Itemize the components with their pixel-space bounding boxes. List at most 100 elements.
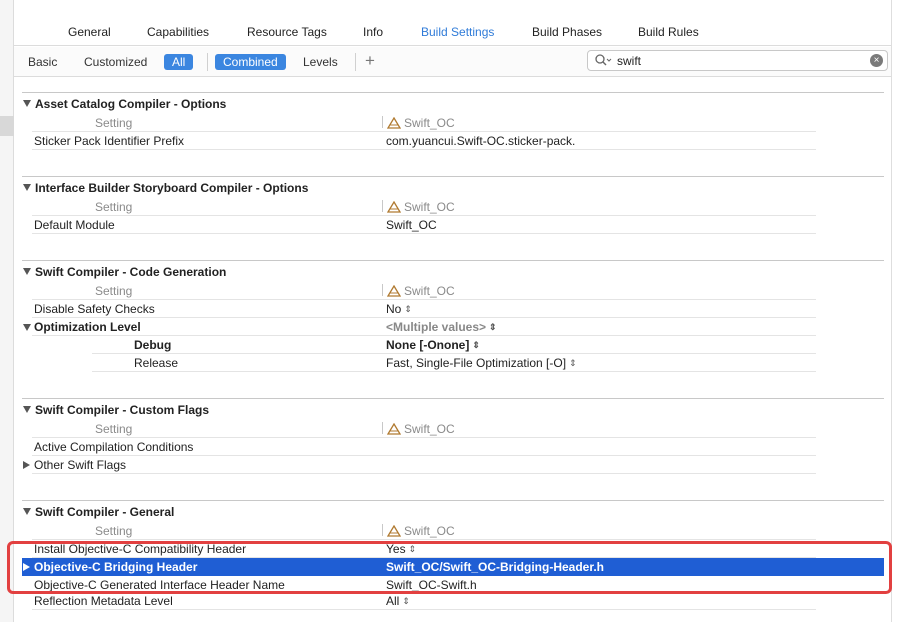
clear-search-icon[interactable]: × xyxy=(870,54,883,67)
setting-label: Objective-C Generated Interface Header N… xyxy=(34,578,285,592)
filter-customized-button[interactable]: Customized xyxy=(76,54,155,70)
tab-build-settings[interactable]: Build Settings xyxy=(421,25,494,39)
setting-value[interactable]: No ⇕ xyxy=(386,302,412,316)
search-field[interactable]: swift × xyxy=(587,50,888,71)
setting-label: Reflection Metadata Level xyxy=(34,594,173,608)
setting-row[interactable]: Sticker Pack Identifier Prefix com.yuanc… xyxy=(22,132,884,150)
setting-row[interactable]: Active Compilation Conditions xyxy=(22,438,884,456)
setting-value[interactable]: com.yuancui.Swift-OC.sticker-pack. xyxy=(386,134,575,148)
setting-row[interactable]: Disable Safety Checks No ⇕ xyxy=(22,300,884,318)
setting-column-header: Setting xyxy=(95,284,133,298)
setting-row[interactable]: Install Objective-C Compatibility Header… xyxy=(22,540,884,558)
tab-build-phases[interactable]: Build Phases xyxy=(532,25,602,39)
setting-label: Disable Safety Checks xyxy=(34,302,155,316)
stepper-icon[interactable]: ⇕ xyxy=(409,544,417,555)
section-header[interactable]: Swift Compiler - Custom Flags xyxy=(22,398,884,420)
section-header[interactable]: Swift Compiler - Code Generation xyxy=(22,260,884,282)
tab-capabilities[interactable]: Capabilities xyxy=(147,25,209,39)
section-interface-builder: Interface Builder Storyboard Compiler - … xyxy=(22,176,884,234)
window-divider xyxy=(891,0,892,622)
section-header[interactable]: Swift Compiler - General xyxy=(22,500,884,522)
setting-value[interactable]: Swift_OC/Swift_OC-Bridging-Header.h xyxy=(386,560,604,574)
navigator-edge xyxy=(0,0,14,622)
editor-tab-bar: General Capabilities Resource Tags Info … xyxy=(14,18,891,46)
tab-info[interactable]: Info xyxy=(363,25,383,39)
setting-value[interactable]: All ⇕ xyxy=(386,594,410,608)
setting-value[interactable]: None [-Onone] ⇕ xyxy=(386,338,480,352)
column-header-row: Setting Swift_OC xyxy=(22,420,884,438)
setting-row[interactable]: Other Swift Flags xyxy=(22,456,884,474)
setting-value[interactable]: Fast, Single-File Optimization [-O] ⇕ xyxy=(386,356,577,370)
stepper-icon[interactable]: ⇕ xyxy=(569,358,577,369)
disclosure-down-icon[interactable] xyxy=(23,324,31,331)
tab-general[interactable]: General xyxy=(68,25,111,39)
stepper-icon[interactable]: ⇕ xyxy=(404,304,412,315)
setting-row[interactable]: Default Module Swift_OC xyxy=(22,216,884,234)
section-asset-catalog: Asset Catalog Compiler - Options Setting… xyxy=(22,92,884,150)
setting-value[interactable]: Swift_OC xyxy=(386,218,437,232)
disclosure-down-icon[interactable] xyxy=(23,508,31,515)
filter-divider xyxy=(207,53,208,71)
xcode-target-icon xyxy=(387,285,401,297)
target-column-header: Swift_OC xyxy=(382,200,455,214)
filter-all-button[interactable]: All xyxy=(164,54,194,70)
disclosure-down-icon[interactable] xyxy=(23,184,31,191)
tab-build-rules[interactable]: Build Rules xyxy=(638,25,699,39)
stepper-icon[interactable]: ⇕ xyxy=(402,596,410,607)
column-header-row: Setting Swift_OC xyxy=(22,114,884,132)
setting-column-header: Setting xyxy=(95,422,133,436)
search-input[interactable]: swift xyxy=(617,54,641,68)
section-title: Swift Compiler - General xyxy=(35,505,175,519)
setting-label: Other Swift Flags xyxy=(34,458,127,472)
setting-row[interactable]: Reflection Metadata Level All ⇕ xyxy=(22,592,884,610)
setting-label: Install Objective-C Compatibility Header xyxy=(34,542,247,556)
section-header[interactable]: Asset Catalog Compiler - Options xyxy=(22,92,884,114)
filter-divider xyxy=(355,53,356,71)
target-column-header: Swift_OC xyxy=(382,422,455,436)
target-column-header: Swift_OC xyxy=(382,524,455,538)
stepper-icon[interactable]: ⇕ xyxy=(472,340,480,351)
section-title: Swift Compiler - Custom Flags xyxy=(35,403,210,417)
column-header-row: Setting Swift_OC xyxy=(22,522,884,540)
column-header-row: Setting Swift_OC xyxy=(22,282,884,300)
filter-basic-button[interactable]: Basic xyxy=(20,54,65,70)
target-column-header: Swift_OC xyxy=(382,284,455,298)
setting-row[interactable]: Objective-C Generated Interface Header N… xyxy=(22,576,884,592)
setting-value[interactable]: Yes ⇕ xyxy=(386,542,416,556)
section-title: Interface Builder Storyboard Compiler - … xyxy=(35,181,309,195)
section-header[interactable]: Interface Builder Storyboard Compiler - … xyxy=(22,176,884,198)
setting-row[interactable]: Optimization Level <Multiple values> ⇕ xyxy=(22,318,884,336)
setting-label: Release xyxy=(134,356,179,370)
disclosure-down-icon[interactable] xyxy=(23,100,31,107)
xcode-target-icon xyxy=(387,201,401,213)
setting-label: Active Compilation Conditions xyxy=(34,440,194,454)
section-title: Swift Compiler - Code Generation xyxy=(35,265,227,279)
stepper-icon[interactable]: ⇕ xyxy=(489,322,497,333)
disclosure-down-icon[interactable] xyxy=(23,268,31,275)
filter-bar: Basic Customized All Combined Levels + s… xyxy=(14,47,891,77)
setting-row-release[interactable]: Release Fast, Single-File Optimization [… xyxy=(22,354,884,372)
setting-column-header: Setting xyxy=(95,524,133,538)
setting-label: Default Module xyxy=(34,218,115,232)
build-settings-list: Asset Catalog Compiler - Options Setting… xyxy=(14,78,891,622)
xcode-target-icon xyxy=(387,117,401,129)
target-column-header: Swift_OC xyxy=(382,116,455,130)
disclosure-right-icon[interactable] xyxy=(23,461,30,469)
tab-resource-tags[interactable]: Resource Tags xyxy=(247,25,327,39)
section-code-generation: Swift Compiler - Code Generation Setting… xyxy=(22,260,884,372)
disclosure-down-icon[interactable] xyxy=(23,406,31,413)
setting-row-selected[interactable]: Objective-C Bridging Header Swift_OC/Swi… xyxy=(22,558,884,576)
setting-row-debug[interactable]: Debug None [-Onone] ⇕ xyxy=(22,336,884,354)
filter-levels-button[interactable]: Levels xyxy=(295,54,346,70)
disclosure-right-icon[interactable] xyxy=(23,563,30,571)
xcode-target-icon xyxy=(387,525,401,537)
add-setting-button[interactable]: + xyxy=(365,51,375,71)
setting-label: Sticker Pack Identifier Prefix xyxy=(34,134,185,148)
setting-column-header: Setting xyxy=(95,116,133,130)
setting-column-header: Setting xyxy=(95,200,133,214)
setting-value[interactable]: <Multiple values> ⇕ xyxy=(386,320,497,334)
filter-combined-button[interactable]: Combined xyxy=(215,54,286,70)
search-icon xyxy=(595,54,612,66)
setting-label: Objective-C Bridging Header xyxy=(34,560,198,574)
setting-value[interactable]: Swift_OC-Swift.h xyxy=(386,578,477,592)
